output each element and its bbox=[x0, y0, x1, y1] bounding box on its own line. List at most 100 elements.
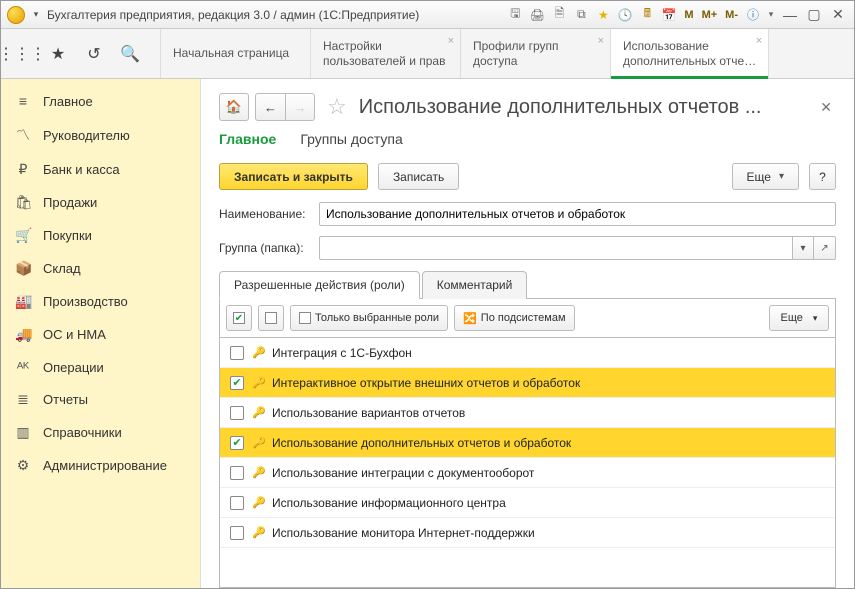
role-row[interactable]: 🔑Использование вариантов отчетов bbox=[220, 398, 835, 428]
info-icon[interactable]: ⓘ bbox=[744, 6, 762, 24]
sidebar-item-4[interactable]: 🛒Покупки bbox=[1, 219, 200, 252]
help-button[interactable]: ? bbox=[809, 163, 836, 190]
sidebar-item-1[interactable]: 〽Руководителю bbox=[1, 117, 200, 153]
minimize-button[interactable]: — bbox=[780, 6, 800, 24]
home-button[interactable]: 🏠 bbox=[219, 93, 249, 121]
calculator-icon[interactable]: 🖩 bbox=[638, 6, 656, 24]
role-row[interactable]: 🔑Использование информационного центра bbox=[220, 488, 835, 518]
window-title: Бухгалтерия предприятия, редакция 3.0 / … bbox=[47, 8, 506, 22]
sidebar-label: Покупки bbox=[43, 228, 92, 243]
role-row[interactable]: ✔🔑Использование дополнительных отчетов и… bbox=[220, 428, 835, 458]
compare-icon[interactable]: ⧉ bbox=[572, 6, 590, 24]
sidebar-item-8[interactable]: ᴬᴷОперации bbox=[1, 351, 200, 383]
by-subsystems-button[interactable]: 🔀 По подсистемам bbox=[454, 305, 574, 331]
print-icon[interactable]: 🖨 bbox=[528, 6, 546, 24]
role-row[interactable]: 🔑Использование интеграции с документообо… bbox=[220, 458, 835, 488]
sidebar-item-0[interactable]: ≡Главное bbox=[1, 85, 200, 117]
uncheck-all-button[interactable] bbox=[258, 305, 284, 331]
name-input[interactable] bbox=[319, 202, 836, 226]
only-selected-roles-button[interactable]: Только выбранные роли bbox=[290, 305, 448, 331]
forward-button[interactable]: → bbox=[285, 93, 315, 121]
role-checkbox[interactable] bbox=[230, 466, 244, 480]
group-row: Группа (папка): ▾ ↗ bbox=[219, 236, 836, 260]
roles-more-button[interactable]: Еще▾ bbox=[769, 305, 829, 331]
sidebar-item-11[interactable]: ⚙Администрирование bbox=[1, 449, 200, 482]
history-icon[interactable]: 🕓 bbox=[616, 6, 634, 24]
role-checkbox[interactable] bbox=[230, 496, 244, 510]
sidebar-icon: ≣ bbox=[15, 391, 31, 408]
main-tab-2[interactable]: Профили группдоступа× bbox=[461, 29, 611, 78]
sidebar-item-7[interactable]: 🚚ОС и НМА bbox=[1, 318, 200, 351]
inner-tabs: Разрешенные действия (роли) Комментарий bbox=[219, 270, 836, 299]
sidebar-label: Отчеты bbox=[43, 392, 88, 407]
sidebar-item-10[interactable]: ▥Справочники bbox=[1, 416, 200, 449]
calendar-icon[interactable]: 📅 bbox=[660, 6, 678, 24]
favorites-icon[interactable]: ★ bbox=[594, 6, 612, 24]
sidebar-item-3[interactable]: 🛍Продажи bbox=[1, 186, 200, 219]
tree-icon: 🔀 bbox=[463, 312, 477, 325]
role-checkbox[interactable] bbox=[230, 406, 244, 420]
sidebar-icon: 〽 bbox=[15, 125, 31, 145]
role-checkbox[interactable] bbox=[230, 526, 244, 540]
save-button[interactable]: Записать bbox=[378, 163, 459, 190]
save-icon[interactable]: 🖫 bbox=[506, 6, 524, 24]
sidebar-icon: ᴬᴷ bbox=[15, 359, 31, 375]
page-close-icon[interactable]: ✕ bbox=[816, 95, 836, 120]
group-dropdown-button[interactable]: ▾ bbox=[792, 236, 814, 260]
role-row[interactable]: ✔🔑Интерактивное открытие внешних отчетов… bbox=[220, 368, 835, 398]
subtab-groups[interactable]: Группы доступа bbox=[300, 131, 402, 149]
key-icon: 🔑 bbox=[252, 526, 264, 539]
sidebar-label: Банк и касса bbox=[43, 162, 120, 177]
search-icon[interactable]: 🔍 bbox=[121, 45, 139, 63]
check-all-button[interactable]: ✔ bbox=[226, 305, 252, 331]
memory-mminus-button[interactable]: M- bbox=[723, 6, 740, 24]
sidebar-item-2[interactable]: ₽Банк и касса bbox=[1, 153, 200, 186]
main-tab-0[interactable]: Начальная страница bbox=[161, 29, 311, 78]
maximize-button[interactable]: ▢ bbox=[804, 6, 824, 24]
main-tab-3[interactable]: Использованиедополнительных отче…× bbox=[611, 29, 769, 78]
more-button[interactable]: Еще bbox=[732, 163, 799, 190]
tab-close-icon[interactable]: × bbox=[448, 35, 454, 49]
role-row[interactable]: 🔑Интеграция с 1С-Бухфон bbox=[220, 338, 835, 368]
tab-line1: Использование bbox=[623, 39, 756, 54]
document-icon[interactable]: 🗎 bbox=[550, 6, 568, 24]
inner-tab-roles[interactable]: Разрешенные действия (роли) bbox=[219, 271, 420, 299]
back-button[interactable]: ← bbox=[255, 93, 285, 121]
star-icon[interactable]: ★ bbox=[49, 45, 67, 63]
sidebar-item-6[interactable]: 🏭 Производство bbox=[1, 285, 200, 318]
role-checkbox[interactable] bbox=[230, 346, 244, 360]
role-row[interactable]: 🔑Использование монитора Интернет-поддерж… bbox=[220, 518, 835, 548]
group-input[interactable] bbox=[319, 236, 792, 260]
info-dropdown[interactable]: ▾ bbox=[766, 6, 776, 24]
tab-close-icon[interactable]: × bbox=[598, 35, 604, 49]
subtab-main[interactable]: Главное bbox=[219, 131, 276, 149]
group-open-button[interactable]: ↗ bbox=[814, 236, 836, 260]
sidebar-label: Производство bbox=[43, 294, 128, 309]
sidebar-item-5[interactable]: 📦Склад bbox=[1, 252, 200, 285]
inner-tab-comment[interactable]: Комментарий bbox=[422, 271, 528, 299]
sidebar-icon: ≡ bbox=[15, 93, 31, 109]
save-and-close-button[interactable]: Записать и закрыть bbox=[219, 163, 368, 190]
group-label: Группа (папка): bbox=[219, 241, 311, 255]
only-selected-label: Только выбранные роли bbox=[315, 312, 439, 324]
favorite-star-icon[interactable]: ☆ bbox=[327, 94, 347, 120]
main-tabs: Начальная страницаНастройкипользователей… bbox=[161, 29, 854, 78]
sidebar-icon: ⚙ bbox=[15, 457, 31, 474]
titlebar-menu-dropdown[interactable]: ▾ bbox=[29, 8, 43, 22]
group-input-wrap: ▾ ↗ bbox=[319, 236, 836, 260]
memory-m-button[interactable]: M bbox=[682, 6, 695, 24]
history-tool-icon[interactable]: ↺ bbox=[85, 45, 103, 63]
memory-mplus-button[interactable]: M+ bbox=[700, 6, 720, 24]
role-checkbox[interactable]: ✔ bbox=[230, 376, 244, 390]
tab-close-icon[interactable]: × bbox=[756, 35, 762, 49]
main-tab-1[interactable]: Настройкипользователей и прав× bbox=[311, 29, 461, 78]
key-icon: 🔑 bbox=[252, 406, 264, 419]
sidebar-icon: 🏭 bbox=[15, 293, 31, 310]
role-checkbox[interactable]: ✔ bbox=[230, 436, 244, 450]
sub-tabs: Главное Группы доступа bbox=[219, 131, 836, 149]
sidebar-item-9[interactable]: ≣ Отчеты bbox=[1, 383, 200, 416]
by-subsystems-label: По подсистемам bbox=[481, 312, 566, 324]
close-button[interactable]: ✕ bbox=[828, 6, 848, 24]
roles-list[interactable]: 🔑Интеграция с 1С-Бухфон✔🔑Интерактивное о… bbox=[219, 338, 836, 588]
apps-icon[interactable]: ⋮⋮⋮ bbox=[13, 45, 31, 63]
